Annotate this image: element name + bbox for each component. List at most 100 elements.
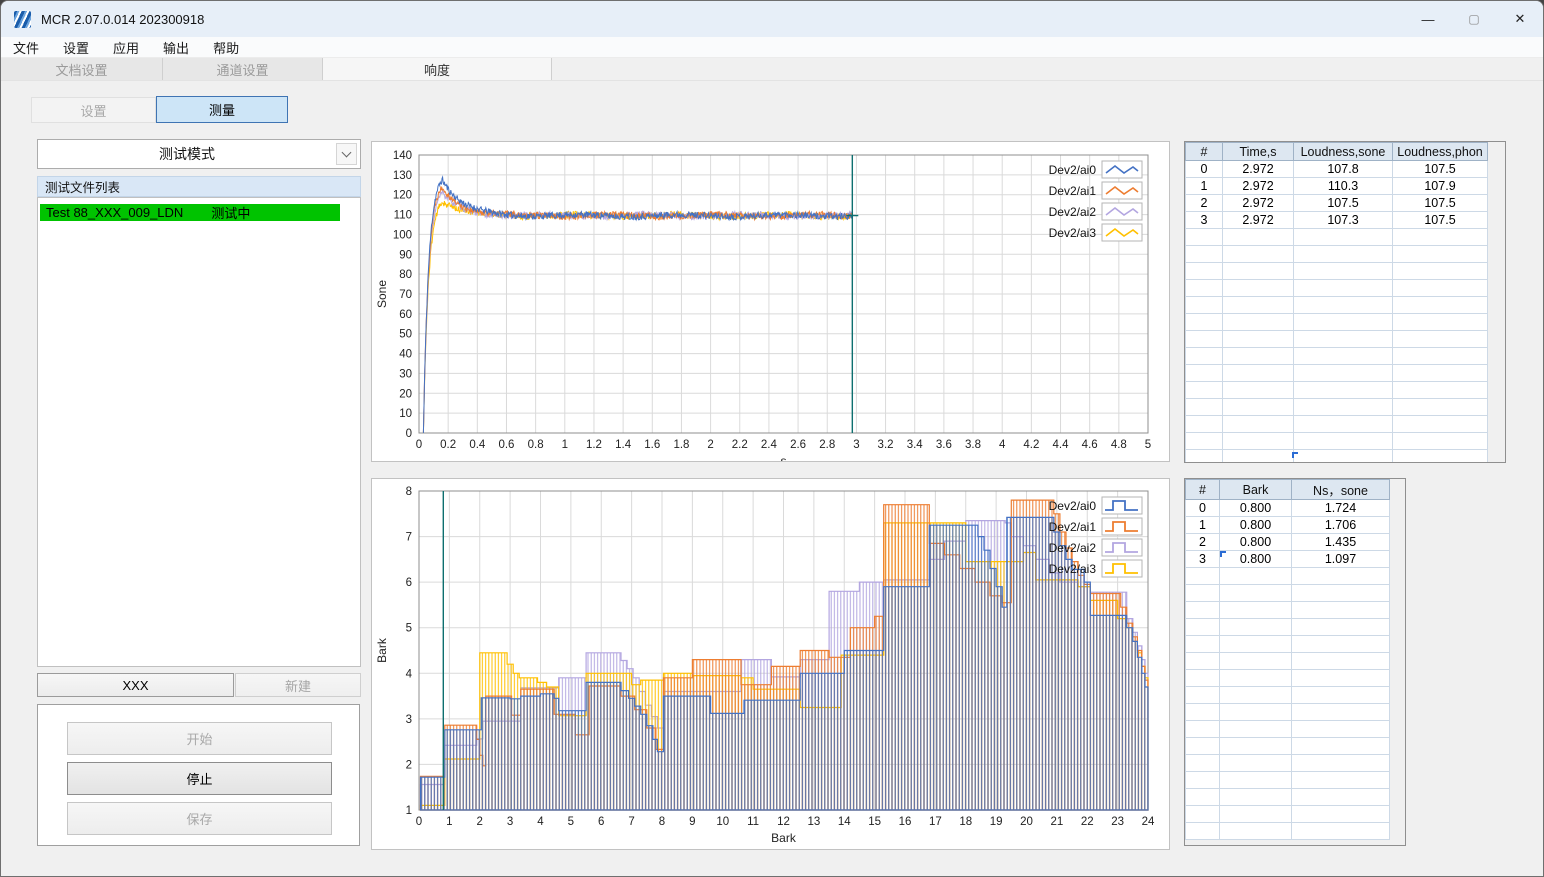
- tab-1[interactable]: 通道设置: [163, 58, 323, 80]
- table-row[interactable]: 2 0.800 1.435: [1185, 533, 1390, 551]
- menu-item-1[interactable]: 设置: [51, 37, 101, 57]
- file-name: Test 88_XXX_009_LDN: [46, 205, 184, 220]
- table-cell: [1392, 449, 1488, 462]
- table-row[interactable]: [1185, 686, 1390, 704]
- y-tick-label: 120: [393, 190, 412, 202]
- table-cell: [1185, 296, 1223, 314]
- test-file-listbox[interactable]: Test 88_XXX_009_LDN 测试中: [37, 197, 361, 667]
- column-header[interactable]: Bark: [1219, 479, 1292, 500]
- column-header[interactable]: Loudness,sone: [1293, 142, 1393, 161]
- table-row[interactable]: [1185, 381, 1488, 399]
- measure-button[interactable]: 测量: [156, 96, 288, 123]
- y-tick-label: 70: [399, 289, 412, 301]
- loudness-results-table[interactable]: # Time,s Loudness,sone Loudness,phon 0 2.972 1…: [1184, 141, 1506, 463]
- y-tick-label: 4: [406, 668, 413, 680]
- y-tick-label: 80: [399, 269, 412, 281]
- table-cell: 0: [1185, 499, 1220, 517]
- cell-selection-mark: [1220, 551, 1226, 557]
- table-row[interactable]: [1185, 788, 1390, 806]
- table-row[interactable]: [1185, 313, 1488, 331]
- table-row[interactable]: [1185, 279, 1488, 297]
- table-row[interactable]: 3 2.972 107.3 107.5: [1185, 211, 1488, 229]
- table-row[interactable]: [1185, 822, 1390, 840]
- legend-label: Dev2/ai0: [1049, 499, 1097, 513]
- save-button[interactable]: 保存: [67, 802, 332, 835]
- column-header[interactable]: Time,s: [1222, 142, 1294, 161]
- menu-item-3[interactable]: 输出: [151, 37, 201, 57]
- table-cell: [1185, 703, 1220, 721]
- combo-dropdown-button[interactable]: [336, 143, 357, 165]
- table-cell: [1219, 669, 1292, 687]
- tab-0[interactable]: 文档设置: [1, 58, 163, 80]
- table-cell: [1185, 805, 1220, 823]
- x-tick-label: 4: [999, 439, 1006, 451]
- table-cell: [1392, 347, 1488, 365]
- close-button[interactable]: ✕: [1497, 1, 1543, 37]
- settings-button[interactable]: 设置: [31, 97, 156, 123]
- table-row[interactable]: [1185, 618, 1390, 636]
- table-row[interactable]: [1185, 669, 1390, 687]
- table-row[interactable]: 2 2.972 107.5 107.5: [1185, 194, 1488, 212]
- table-row[interactable]: [1185, 347, 1488, 365]
- table-row[interactable]: 1 2.972 110.3 107.9: [1185, 177, 1488, 195]
- table-row[interactable]: [1185, 601, 1390, 619]
- table-row[interactable]: [1185, 771, 1390, 789]
- table-cell: [1293, 398, 1393, 416]
- table-cell: [1392, 313, 1488, 331]
- table-row[interactable]: [1185, 703, 1390, 721]
- new-button[interactable]: 新建: [235, 673, 361, 697]
- table-row[interactable]: [1185, 584, 1390, 602]
- table-cell: [1219, 737, 1292, 755]
- menu-item-4[interactable]: 帮助: [201, 37, 251, 57]
- xxx-button[interactable]: XXX: [37, 673, 234, 697]
- x-tick-label: 10: [716, 816, 729, 828]
- table-cell: [1185, 228, 1223, 246]
- table-row[interactable]: 0 0.800 1.724: [1185, 499, 1390, 517]
- minimize-button[interactable]: —: [1405, 1, 1451, 37]
- table-row[interactable]: [1185, 449, 1488, 462]
- start-button[interactable]: 开始: [67, 722, 332, 755]
- column-header[interactable]: #: [1185, 142, 1223, 161]
- test-mode-select[interactable]: 测试模式: [37, 139, 361, 169]
- table-row[interactable]: [1185, 737, 1390, 755]
- table-row[interactable]: [1185, 652, 1390, 670]
- table-cell: [1185, 601, 1220, 619]
- menu-item-2[interactable]: 应用: [101, 37, 151, 57]
- table-row[interactable]: [1185, 330, 1488, 348]
- x-tick-label: 1: [446, 816, 452, 828]
- table-row[interactable]: [1185, 635, 1390, 653]
- maximize-button[interactable]: ▢: [1451, 1, 1497, 37]
- app-icon: [14, 10, 31, 28]
- table-row[interactable]: [1185, 262, 1488, 280]
- table-row[interactable]: [1185, 228, 1488, 246]
- table-row[interactable]: [1185, 805, 1390, 823]
- table-row[interactable]: [1185, 245, 1488, 263]
- tab-2[interactable]: 响度: [323, 58, 552, 80]
- bark-results-table[interactable]: # Bark Ns，sone 0 0.800 1.724 1 0.800 1.706 2 0.800…: [1184, 478, 1406, 846]
- x-tick-label: 3.6: [936, 439, 952, 451]
- list-item[interactable]: Test 88_XXX_009_LDN 测试中: [40, 204, 340, 221]
- x-tick-label: 2.8: [819, 439, 835, 451]
- menu-item-0[interactable]: 文件: [1, 37, 51, 57]
- table-row[interactable]: 1 0.800 1.706: [1185, 516, 1390, 534]
- table-row[interactable]: [1185, 754, 1390, 772]
- column-header[interactable]: #: [1185, 479, 1220, 500]
- column-header[interactable]: Loudness,phon: [1392, 142, 1488, 161]
- table-row[interactable]: [1185, 567, 1390, 585]
- table-row[interactable]: [1185, 398, 1488, 416]
- x-tick-label: 13: [807, 816, 820, 828]
- table-cell: [1222, 228, 1294, 246]
- table-row[interactable]: 0 2.972 107.8 107.5: [1185, 160, 1488, 178]
- table-cell: [1291, 601, 1390, 619]
- stop-button[interactable]: 停止: [67, 762, 332, 795]
- table-row[interactable]: 3 0.800 1.097: [1185, 550, 1390, 568]
- tab-strip: 文档设置 通道设置 响度: [1, 58, 1543, 81]
- table-row[interactable]: [1185, 296, 1488, 314]
- table-cell: [1291, 720, 1390, 738]
- table-row[interactable]: [1185, 720, 1390, 738]
- table-row[interactable]: [1185, 432, 1488, 450]
- table-row[interactable]: [1185, 415, 1488, 433]
- table-row[interactable]: [1185, 364, 1488, 382]
- table-cell: 0.800: [1219, 516, 1292, 534]
- column-header[interactable]: Ns，sone: [1291, 479, 1390, 500]
